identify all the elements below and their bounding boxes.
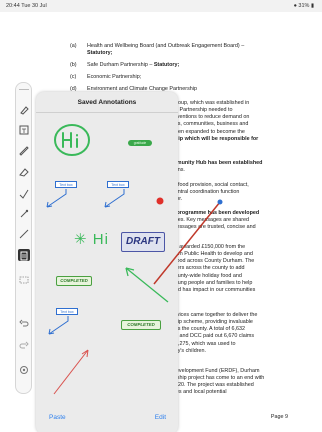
annotation-highlight-chip[interactable]: gratitude	[128, 140, 152, 146]
text-line: to food provision, social contact,	[172, 182, 249, 188]
annotation-completed-stamp-1[interactable]: COMPLETED	[56, 276, 92, 286]
eraser-icon[interactable]	[18, 165, 30, 177]
toolbar-handle[interactable]	[19, 89, 29, 90]
list-item: (c) Economic Partnership;	[70, 74, 300, 82]
text-line: nity's children.	[172, 347, 206, 354]
status-battery: ● 31% ▮	[293, 3, 314, 9]
callout-arrow-2	[102, 188, 127, 215]
annotation-callout-3[interactable]: Text box	[56, 308, 78, 315]
text-line: central coordination function	[172, 189, 240, 196]
lasso-icon[interactable]	[18, 207, 30, 219]
undo-icon[interactable]	[18, 317, 30, 329]
text-line: oss the county. A total of 6,632	[172, 326, 246, 333]
list-number: (b)	[70, 62, 77, 68]
checkmark-icon[interactable]	[18, 187, 30, 199]
text-line: 58,275, which was used to	[172, 340, 236, 347]
annotation-handwritten-hi[interactable]	[52, 122, 92, 163]
list-item: (a) Health and Wellbeing Board (and Outb…	[70, 43, 300, 57]
redo-icon[interactable]	[18, 339, 30, 351]
paragraph: Group, which was established in he Partn…	[172, 100, 290, 143]
stamp-icon[interactable]	[18, 249, 30, 261]
text-box-icon[interactable]	[18, 123, 30, 135]
document-red-arrow-annotation[interactable]	[150, 198, 224, 293]
list-item: (b) Safe Durham Partnership – Statutory;	[70, 62, 300, 70]
list-number: (c)	[70, 74, 77, 80]
popover-title: Saved Annotations	[77, 99, 137, 106]
text-line: 2020. The project was established	[172, 382, 254, 389]
pen-icon[interactable]	[18, 143, 30, 156]
settings-icon[interactable]	[18, 363, 30, 375]
list-text: Safe Durham Partnership –	[87, 62, 154, 68]
status-bar: 20:44 Tue 30 Jul ● 31% ▮	[0, 0, 322, 12]
text-line: ed and DCC paid out 6,670 claims	[172, 333, 255, 340]
shape-icon[interactable]	[18, 273, 30, 285]
divider	[36, 112, 178, 113]
annotation-callout-2[interactable]: Text box	[107, 181, 129, 188]
text-line: ship which will be responsible for	[172, 135, 259, 142]
paragraph: mmunity Hub has been established tions.	[172, 160, 290, 174]
text-line: erventions to reduce demand on	[172, 114, 250, 121]
edit-button[interactable]: Edit	[155, 414, 166, 421]
annotation-red-arrow[interactable]	[52, 346, 92, 401]
text-line: he Partnership needed to	[172, 107, 233, 114]
callout-arrow-3	[46, 315, 71, 342]
status-time: 20:44 Tue 30 Jul	[6, 3, 47, 9]
text-line: been expanded to become the	[172, 128, 245, 135]
paragraph: Development Fund (ERDF), Durham ership p…	[172, 368, 290, 397]
annotation-completed-stamp-2[interactable]: COMPLETED	[121, 320, 161, 330]
annotation-callout-1[interactable]: Text box	[55, 181, 77, 188]
paste-button[interactable]: Paste	[49, 414, 66, 421]
list-bold-text: Statutory;	[87, 50, 113, 57]
text-line: Group, which was established in	[172, 100, 250, 106]
list-bold-text: Statutory;	[153, 62, 180, 68]
text-line: ship scheme, providing invaluable	[172, 319, 253, 326]
line-icon[interactable]	[18, 227, 30, 239]
annotation-toolbar	[15, 82, 32, 394]
page-number: Page 9	[270, 414, 288, 420]
text-line: Development Fund (ERDF), Durham	[172, 368, 260, 374]
paragraph: ervices came together to deliver the shi…	[172, 312, 290, 355]
text-line: ership project has come to an end with	[172, 375, 265, 382]
text-line: tions.	[172, 167, 185, 174]
text-line: ervices came together to deliver the	[172, 312, 258, 318]
callout-arrow-1	[44, 188, 69, 215]
text-line: ises and local potential	[172, 389, 227, 396]
list-text: Economic Partnership;	[87, 74, 142, 80]
popover-footer: Paste Edit	[36, 410, 178, 426]
list-text: Health and Wellbeing Board (and Outbreak…	[87, 43, 245, 49]
list-number: (a)	[70, 43, 77, 49]
text-line: mmunity Hub has been established	[172, 160, 263, 166]
marker-icon[interactable]	[18, 103, 30, 115]
annotation-hi-text[interactable]: ✳ Hi	[74, 230, 109, 248]
text-line: ces, communities, business and	[172, 121, 249, 128]
